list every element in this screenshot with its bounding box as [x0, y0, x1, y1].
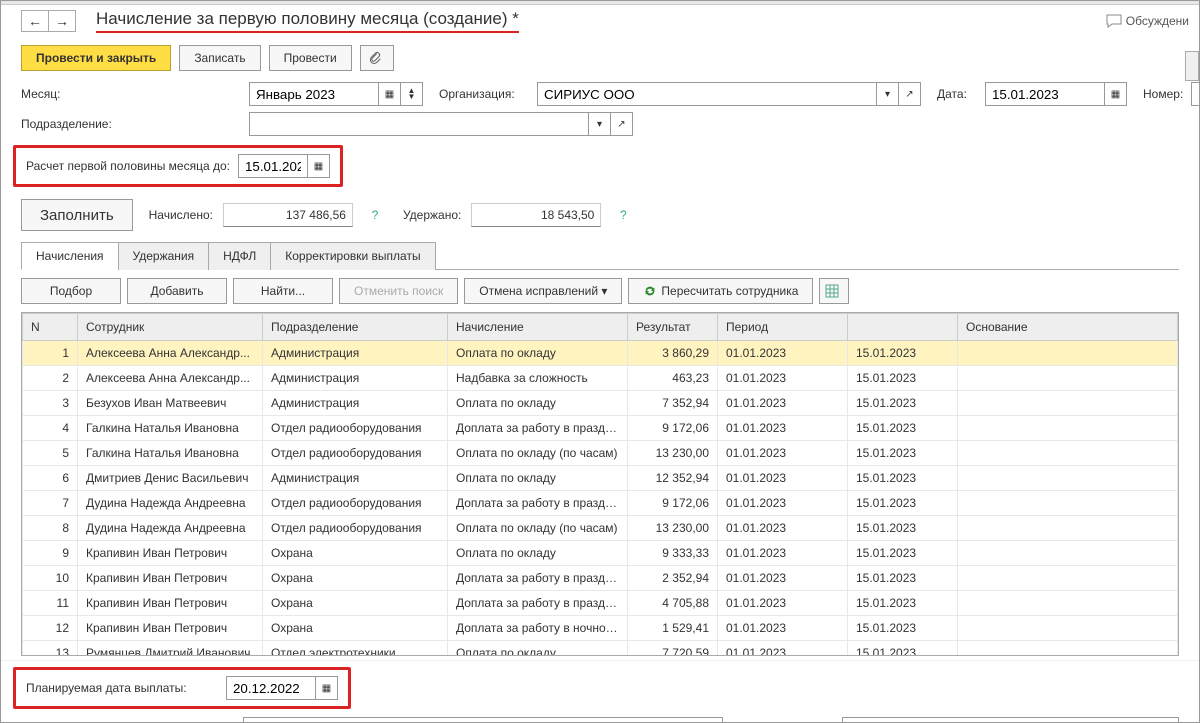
help-icon[interactable]: ?	[367, 208, 383, 222]
add-button[interactable]: Добавить	[127, 278, 227, 304]
grid-icon	[825, 284, 839, 298]
calc-until-label: Расчет первой половины месяца до:	[26, 159, 230, 173]
withheld-label: Удержано:	[403, 208, 461, 222]
calc-until-highlight: Расчет первой половины месяца до: ▦	[13, 145, 343, 187]
table-row[interactable]: 1Алексеева Анна Александр...Администраци…	[23, 341, 1178, 366]
table-settings-button[interactable]	[819, 278, 849, 304]
col-period-end[interactable]	[848, 314, 958, 341]
post-and-close-button[interactable]: Провести и закрыть	[21, 45, 171, 71]
col-result[interactable]: Результат	[628, 314, 718, 341]
accrued-label: Начислено:	[149, 208, 213, 222]
planned-date-label: Планируемая дата выплаты:	[26, 681, 226, 695]
cancel-fixes-button[interactable]: Отмена исправлений ▾	[464, 278, 622, 304]
table-row[interactable]: 11Крапивин Иван ПетровичОхранаДоплата за…	[23, 591, 1178, 616]
page-title: Начисление за первую половину месяца (со…	[96, 9, 519, 33]
col-accrual[interactable]: Начисление	[448, 314, 628, 341]
month-spinner[interactable]: ▲▼	[401, 82, 423, 106]
withheld-value: 18 543,50	[471, 203, 601, 227]
org-field[interactable]	[537, 82, 877, 106]
nav-back-button[interactable]: ←	[21, 10, 49, 32]
calc-until-field[interactable]	[238, 154, 308, 178]
accruals-table[interactable]: N Сотрудник Подразделение Начисление Рез…	[21, 312, 1179, 656]
chat-icon	[1106, 14, 1122, 28]
month-field[interactable]	[249, 82, 379, 106]
table-row[interactable]: 10Крапивин Иван ПетровичОхранаДоплата за…	[23, 566, 1178, 591]
org-label: Организация:	[439, 87, 529, 101]
department-field[interactable]	[249, 112, 589, 136]
help-icon[interactable]: ?	[615, 208, 631, 222]
planned-date-calendar-button[interactable]: ▦	[316, 676, 338, 700]
table-row[interactable]: 4Галкина Наталья ИвановнаОтдел радиообор…	[23, 416, 1178, 441]
calc-until-calendar-button[interactable]: ▦	[308, 154, 330, 178]
fill-button[interactable]: Заполнить	[21, 199, 133, 231]
side-panel-toggle[interactable]	[1185, 51, 1199, 81]
col-n[interactable]: N	[23, 314, 78, 341]
date-field[interactable]	[985, 82, 1105, 106]
table-row[interactable]: 7Дудина Надежда АндреевнаОтдел радиообор…	[23, 491, 1178, 516]
date-label: Дата:	[937, 87, 977, 101]
nav-forward-button[interactable]: →	[48, 10, 76, 32]
find-button[interactable]: Найти...	[233, 278, 333, 304]
table-row[interactable]: 9Крапивин Иван ПетровичОхранаОплата по о…	[23, 541, 1178, 566]
tabs: Начисления Удержания НДФЛ Корректировки …	[21, 241, 1179, 270]
save-button[interactable]: Записать	[179, 45, 260, 71]
table-row[interactable]: 3Безухов Иван МатвеевичАдминистрацияОпла…	[23, 391, 1178, 416]
comment-field[interactable]	[243, 717, 723, 723]
number-field[interactable]	[1191, 82, 1200, 106]
refresh-icon	[643, 284, 657, 298]
tab-ndfl[interactable]: НДФЛ	[208, 242, 271, 270]
col-department[interactable]: Подразделение	[263, 314, 448, 341]
col-period[interactable]: Период	[718, 314, 848, 341]
department-label: Подразделение:	[21, 117, 221, 131]
department-dropdown-button[interactable]: ▾	[589, 112, 611, 136]
month-calendar-button[interactable]: ▦	[379, 82, 401, 106]
post-button[interactable]: Провести	[269, 45, 352, 71]
org-open-button[interactable]: ↗	[899, 82, 921, 106]
table-row[interactable]: 13Румянцев Дмитрий ИвановичОтдел электро…	[23, 641, 1178, 657]
month-label: Месяц:	[21, 87, 111, 101]
table-row[interactable]: 12Крапивин Иван ПетровичОхранаДоплата за…	[23, 616, 1178, 641]
responsible-field[interactable]	[842, 717, 1179, 723]
table-row[interactable]: 8Дудина Надежда АндреевнаОтдел радиообор…	[23, 516, 1178, 541]
attach-button[interactable]	[360, 45, 394, 71]
discuss-link[interactable]: Обсуждени	[1106, 14, 1189, 28]
date-calendar-button[interactable]: ▦	[1105, 82, 1127, 106]
col-reason[interactable]: Основание	[958, 314, 1178, 341]
planned-date-field[interactable]	[226, 676, 316, 700]
tab-corrections[interactable]: Корректировки выплаты	[270, 242, 435, 270]
table-row[interactable]: 5Галкина Наталья ИвановнаОтдел радиообор…	[23, 441, 1178, 466]
number-label: Номер:	[1143, 87, 1183, 101]
table-row[interactable]: 6Дмитриев Денис ВасильевичАдминистрацияО…	[23, 466, 1178, 491]
tab-accruals[interactable]: Начисления	[21, 242, 119, 270]
recalc-button[interactable]: Пересчитать сотрудника	[628, 278, 813, 304]
table-row[interactable]: 2Алексеева Анна Александр...Администраци…	[23, 366, 1178, 391]
department-open-button[interactable]: ↗	[611, 112, 633, 136]
tab-withholdings[interactable]: Удержания	[118, 242, 210, 270]
select-button[interactable]: Подбор	[21, 278, 121, 304]
cancel-search-button: Отменить поиск	[339, 278, 458, 304]
org-dropdown-button[interactable]: ▾	[877, 82, 899, 106]
paperclip-icon	[368, 51, 382, 65]
accrued-value: 137 486,56	[223, 203, 353, 227]
planned-date-highlight: Планируемая дата выплаты: ▦	[13, 667, 351, 709]
col-employee[interactable]: Сотрудник	[78, 314, 263, 341]
